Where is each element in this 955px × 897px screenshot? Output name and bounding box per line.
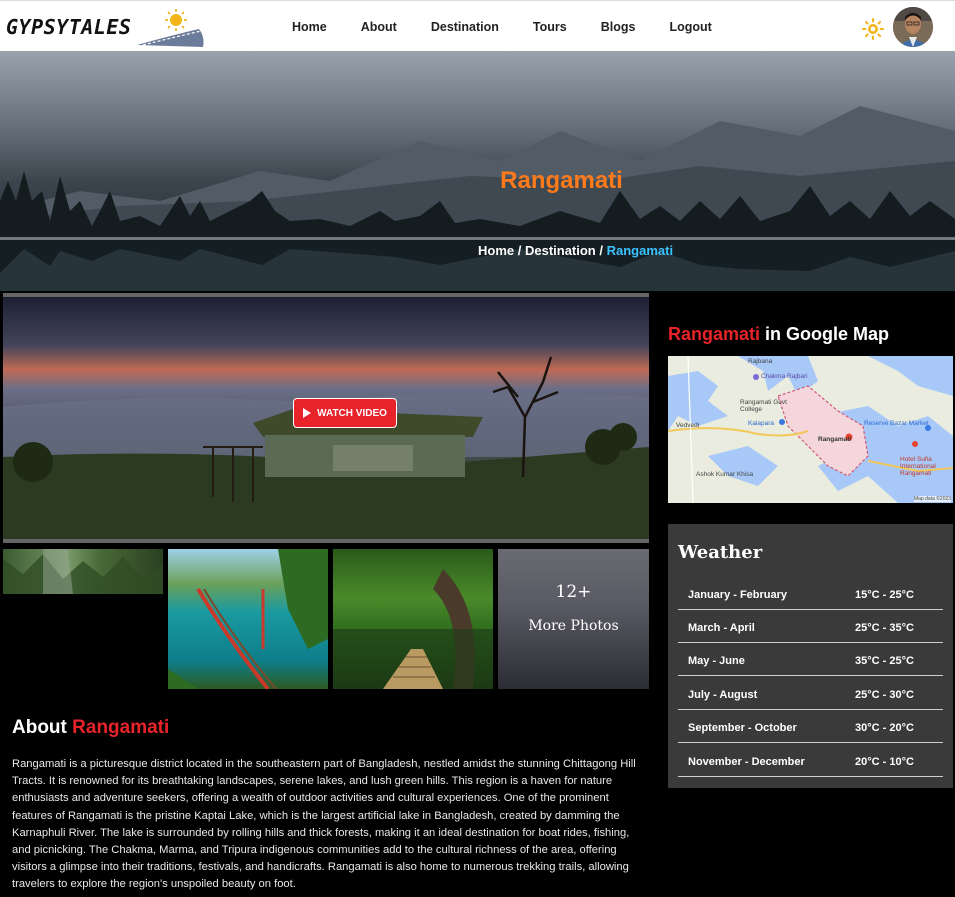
weather-row: July - August 25°C - 30°C <box>678 677 943 710</box>
about-heading-highlight: Rangamati <box>72 717 170 738</box>
brand-name: GYPSYTALES <box>6 15 132 39</box>
nav-logout[interactable]: Logout <box>669 20 711 34</box>
weather-row: March - April 25°C - 35°C <box>678 610 943 643</box>
breadcrumb-current: Rangamati <box>606 243 674 258</box>
weather-temp: 25°C - 35°C <box>855 622 914 634</box>
map-label-chakma-rajbari: Chakma Rajbari <box>761 373 808 380</box>
map-tiles <box>668 356 953 503</box>
weather-row: May - June 35°C - 25°C <box>678 643 943 676</box>
weather-row: September - October 30°C - 20°C <box>678 710 943 743</box>
map-label-hotel: Hotel Sufia International Rangamati <box>900 456 936 477</box>
weather-months: September - October <box>688 722 797 734</box>
hero-banner: Rangamati Home / Destination / Rangamati <box>0 51 955 291</box>
weather-months: November - December <box>688 756 805 768</box>
breadcrumb: Home / Destination / Rangamati <box>478 243 673 258</box>
weather-panel: Weather January - February 15°C - 25°C M… <box>668 524 953 788</box>
map-label-vedvedi: Vedvedi <box>676 422 700 429</box>
nav-destination[interactable]: Destination <box>431 20 499 34</box>
weather-temp: 20°C - 10°C <box>855 756 914 768</box>
weather-temp: 35°C - 25°C <box>855 655 914 667</box>
weather-months: January - February <box>688 589 788 601</box>
weather-temp: 15°C - 25°C <box>855 589 914 601</box>
nav-menu: Home About Destination Tours Blogs Logou… <box>292 1 746 52</box>
breadcrumb-separator: / <box>514 243 525 258</box>
gallery-thumb-3[interactable] <box>333 549 493 689</box>
map-label-city: Rangamati <box>818 436 852 443</box>
weather-temp: 30°C - 20°C <box>855 722 914 734</box>
weather-row: January - February 15°C - 25°C <box>678 577 943 610</box>
video-preview: WATCH VIDEO <box>3 293 649 543</box>
nav-blogs[interactable]: Blogs <box>601 20 636 34</box>
map-heading: Rangamati in Google Map <box>668 324 889 345</box>
theme-toggle-sun-icon[interactable] <box>862 18 884 40</box>
weather-temp: 25°C - 30°C <box>855 689 914 701</box>
breadcrumb-separator: / <box>595 243 607 258</box>
destination-title: Rangamati <box>500 167 623 194</box>
google-map-embed[interactable]: Rajbana Chakma Rajbari Rangamati Govt Co… <box>668 356 953 503</box>
weather-row: November - December 20°C - 10°C <box>678 744 943 777</box>
weather-months: May - June <box>688 655 745 667</box>
about-heading-prefix: About <box>12 717 73 738</box>
nav-home[interactable]: Home <box>292 20 327 34</box>
weather-months: July - August <box>688 689 758 701</box>
more-photos-count: 12+ <box>555 582 592 602</box>
nav-about[interactable]: About <box>361 20 397 34</box>
map-label-rajbana: Rajbana <box>748 358 773 365</box>
nav-tours[interactable]: Tours <box>533 20 567 34</box>
gallery-thumb-2[interactable] <box>168 549 328 689</box>
about-heading: About Rangamati <box>12 717 169 739</box>
weather-months: March - April <box>688 622 755 634</box>
road-sun-logo-icon <box>133 7 209 47</box>
weather-heading: Weather <box>678 542 763 563</box>
breadcrumb-destination-link[interactable]: Destination <box>525 243 596 258</box>
map-label-reserve-bazar: Reserve Bazar Market <box>864 420 929 427</box>
gallery-more-photos[interactable]: 12+ More Photos <box>498 549 649 689</box>
map-label-kalapara: Kalapara <box>748 420 775 427</box>
map-heading-suffix: in Google Map <box>760 324 890 344</box>
map-heading-highlight: Rangamati <box>668 324 761 344</box>
watch-video-label: WATCH VIDEO <box>317 407 387 419</box>
top-navbar: GYPSYTALES Home About Destination Tours … <box>0 0 955 51</box>
user-avatar[interactable] <box>893 7 933 47</box>
map-attribution: Map data ©2023 <box>914 496 952 502</box>
watch-video-button[interactable]: WATCH VIDEO <box>293 398 397 428</box>
play-icon <box>303 408 312 418</box>
about-description: Rangamati is a picturesque district loca… <box>12 758 636 891</box>
breadcrumb-home-link[interactable]: Home <box>478 243 514 258</box>
map-label-ashok: Ashok Kumar Khisa <box>696 471 754 478</box>
more-photos-label: More Photos <box>528 618 619 634</box>
gallery-thumb-1[interactable] <box>3 549 163 594</box>
map-label-govt-college: Rangamati Govt College <box>740 399 787 413</box>
brand-logo-link[interactable]: GYPSYTALES <box>6 7 209 47</box>
